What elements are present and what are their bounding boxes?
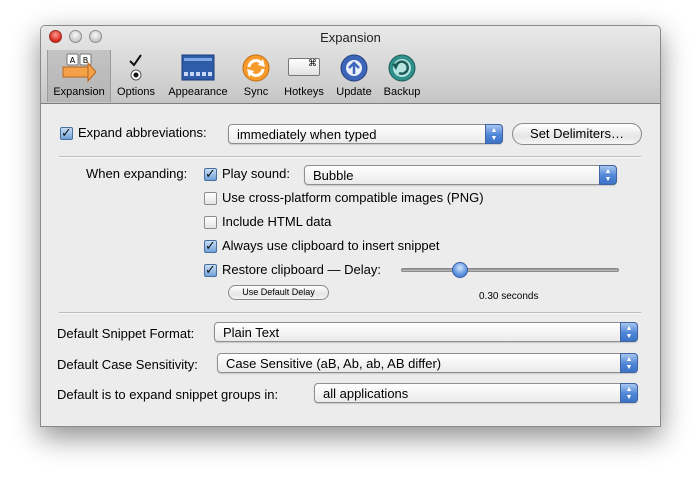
sync-icon (241, 53, 271, 86)
expand-abbreviations-label: Expand abbreviations: (78, 125, 207, 140)
default-groups-value: all applications (323, 386, 409, 401)
options-icon (126, 53, 146, 88)
tab-label: Appearance (168, 86, 228, 98)
tab-label: Hotkeys (284, 86, 324, 98)
expand-mode-popup[interactable]: immediately when typed ▲ ▼ (228, 124, 503, 144)
default-groups-label: Default is to expand snippet groups in: (57, 387, 279, 402)
tab-label: Sync (243, 86, 269, 98)
tab-label: Expansion (53, 86, 105, 98)
default-case-popup[interactable]: Case Sensitive (aB, Ab, ab, AB differ) ▲… (217, 353, 638, 373)
svg-text:A: A (70, 56, 76, 65)
default-format-label: Default Snippet Format: (57, 326, 195, 341)
appearance-icon (181, 53, 215, 86)
hotkeys-icon: ⌘ (288, 58, 320, 76)
default-case-label: Default Case Sensitivity: (57, 357, 198, 372)
use-clipboard-checkbox[interactable]: ✓ (204, 238, 217, 253)
tab-sync[interactable]: Sync (236, 50, 276, 102)
svg-text:B: B (83, 56, 89, 65)
use-default-delay-button[interactable]: Use Default Delay (228, 285, 329, 300)
toolbar: Expansion A B Expansion Options Appearan… (41, 26, 660, 104)
tab-update[interactable]: Update (332, 50, 376, 102)
set-delimiters-button[interactable]: Set Delimiters… (512, 123, 642, 145)
tab-label: Update (336, 86, 372, 98)
png-images-checkbox[interactable] (204, 192, 217, 205)
include-html-checkbox[interactable] (204, 216, 217, 229)
separator (59, 156, 641, 158)
include-html-label: Include HTML data (222, 214, 332, 229)
tab-options[interactable]: Options (111, 50, 161, 102)
window-title: Expansion (320, 30, 381, 45)
delay-slider-track[interactable] (401, 268, 619, 272)
popup-arrows-icon: ▲ ▼ (485, 124, 503, 144)
restore-clipboard-checkbox[interactable]: ✓ (204, 262, 217, 277)
popup-arrows-icon: ▲ ▼ (620, 322, 638, 342)
tab-label: Backup (383, 86, 421, 98)
tab-hotkeys[interactable]: ⌘ Hotkeys (278, 50, 330, 102)
delay-value-label: 0.30 seconds (479, 291, 539, 302)
delay-slider-knob[interactable] (451, 262, 468, 278)
sound-value: Bubble (313, 168, 354, 183)
tab-label: Options (117, 86, 155, 98)
default-format-popup[interactable]: Plain Text ▲ ▼ (214, 322, 638, 342)
sound-popup[interactable]: Bubble ▲ ▼ (304, 165, 617, 185)
popup-arrows-icon: ▲ ▼ (620, 383, 638, 403)
restore-clipboard-label: Restore clipboard — Delay: (222, 262, 381, 277)
popup-arrows-icon: ▲ ▼ (620, 353, 638, 373)
tab-backup[interactable]: Backup (378, 50, 426, 102)
expand-abbreviations-checkbox[interactable]: ✓ (60, 125, 73, 140)
play-sound-checkbox[interactable]: ✓ (204, 166, 217, 181)
use-clipboard-label: Always use clipboard to insert snippet (222, 238, 440, 253)
popup-arrows-icon: ▲ ▼ (599, 165, 617, 185)
backup-icon (387, 53, 417, 86)
separator (59, 312, 641, 314)
tab-expansion[interactable]: A B Expansion (47, 50, 111, 102)
default-case-value: Case Sensitive (aB, Ab, ab, AB differ) (226, 356, 442, 371)
play-sound-label: Play sound: (222, 166, 290, 181)
default-groups-popup[interactable]: all applications ▲ ▼ (314, 383, 638, 403)
tab-appearance[interactable]: Appearance (163, 50, 233, 102)
expansion-icon: A B (61, 53, 97, 88)
default-format-value: Plain Text (223, 325, 280, 340)
preferences-window: Expansion A B Expansion Options Appearan… (40, 25, 661, 427)
expansion-pane: ✓ Expand abbreviations: immediately when… (41, 104, 660, 426)
when-expanding-label: When expanding: (86, 166, 188, 181)
png-images-label: Use cross-platform compatible images (PN… (222, 190, 484, 205)
expand-mode-value: immediately when typed (237, 127, 377, 142)
update-icon (339, 53, 369, 86)
